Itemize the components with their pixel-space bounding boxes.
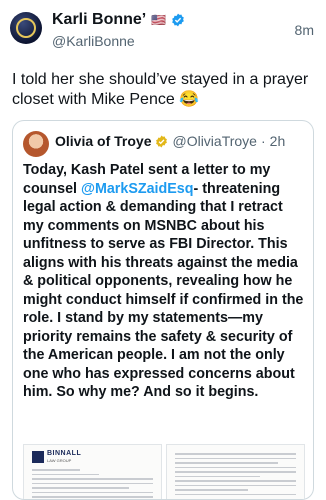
post[interactable]: Karli Bonne’ 🇺🇸 @KarliBonne 8m I told he… bbox=[0, 0, 326, 500]
firm-logo bbox=[32, 451, 44, 463]
attached-images: BINNALL LAW GROUP bbox=[23, 444, 305, 499]
quoted-time[interactable]: 2h bbox=[270, 133, 286, 149]
author-handle[interactable]: @KarliBonne bbox=[52, 33, 135, 49]
letter-text-lines bbox=[175, 453, 296, 498]
flag-emoji: 🇺🇸 bbox=[151, 13, 167, 27]
dot-separator: · bbox=[260, 133, 266, 149]
quoted-header: Olivia of Troye @OliviaTroye · 2h bbox=[55, 133, 285, 149]
firm-name: BINNALL bbox=[47, 450, 82, 457]
author-display-name[interactable]: Karli Bonne’ bbox=[52, 11, 146, 29]
quoted-display-name[interactable]: Olivia of Troye bbox=[55, 133, 151, 149]
post-time[interactable]: 8m bbox=[295, 22, 314, 38]
post-text: I told her she should’ve stayed in a pra… bbox=[12, 71, 309, 108]
firm-subname: LAW GROUP bbox=[47, 458, 72, 463]
author-name-row: Karli Bonne’ 🇺🇸 bbox=[52, 11, 185, 29]
letter-text-lines bbox=[32, 469, 153, 499]
letter-image-1[interactable]: BINNALL LAW GROUP bbox=[23, 444, 162, 499]
mention-link[interactable]: @MarkSZaidEsq bbox=[81, 181, 193, 197]
verified-badge-icon bbox=[172, 13, 185, 27]
quoted-text-part: - threatening legal action & demanding t… bbox=[23, 180, 304, 401]
quoted-handle[interactable]: @OliviaTroye bbox=[172, 133, 257, 149]
quoted-author-avatar[interactable] bbox=[23, 131, 49, 157]
quoted-post[interactable]: Olivia of Troye @OliviaTroye · 2h Today,… bbox=[12, 120, 314, 500]
quoted-text: Today, Kash Patel sent a letter to my co… bbox=[23, 161, 307, 402]
author-avatar[interactable] bbox=[10, 12, 42, 44]
gold-verified-badge-icon bbox=[156, 135, 168, 147]
letter-image-2[interactable] bbox=[166, 444, 305, 499]
